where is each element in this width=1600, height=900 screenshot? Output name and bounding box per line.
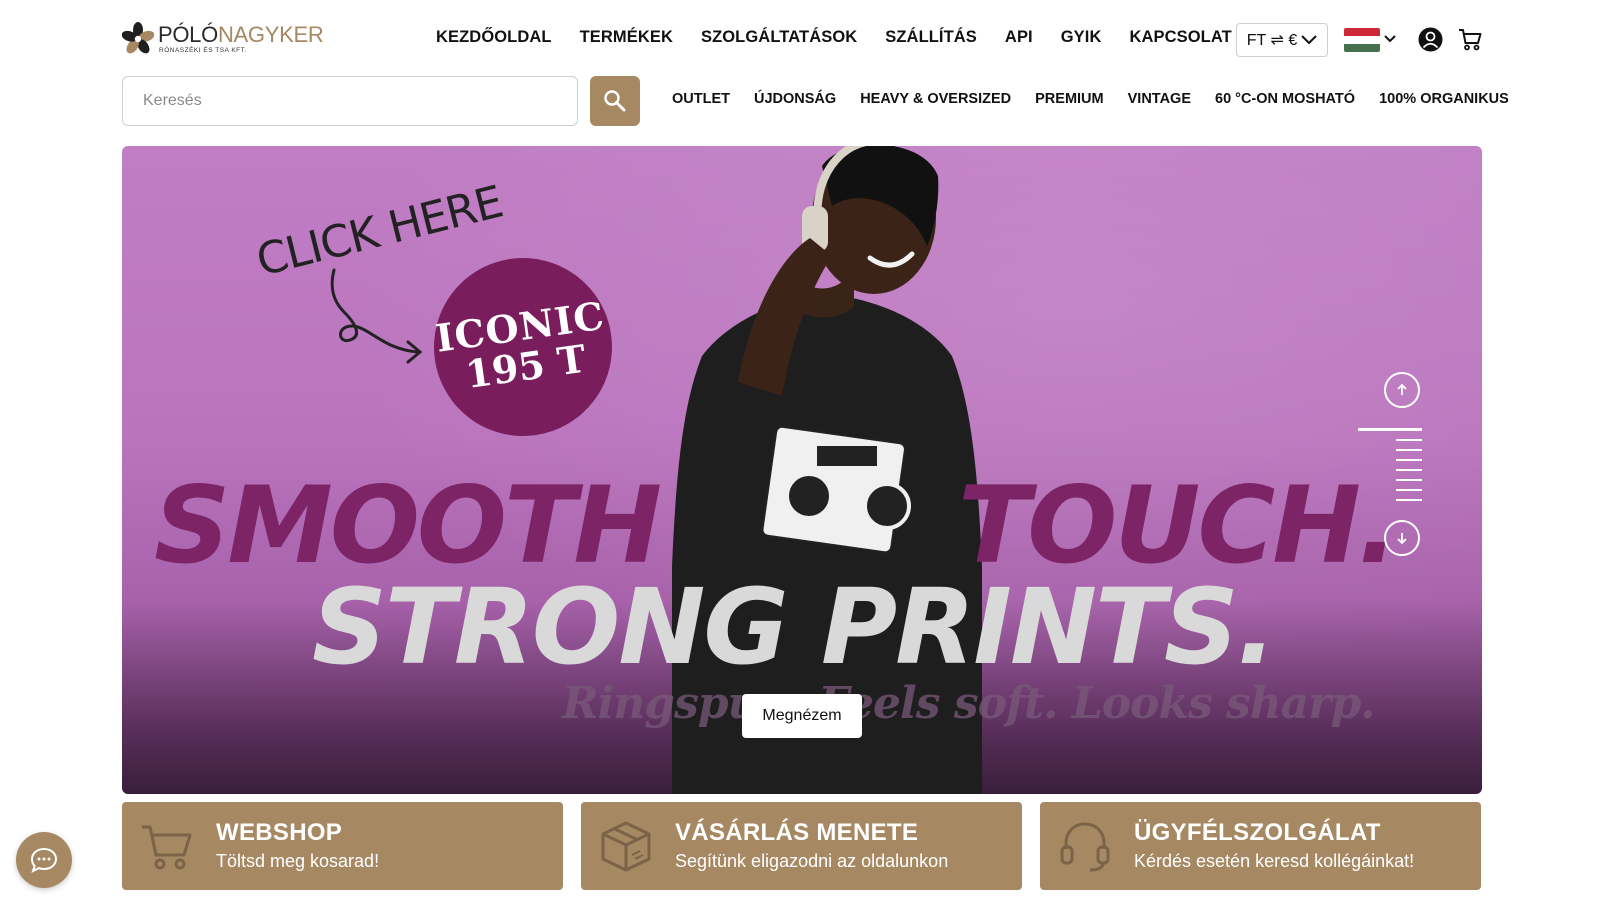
- headline-strong-prints: STRONG PRINTS.: [312, 566, 1276, 688]
- category-premium[interactable]: PREMIUM: [1035, 91, 1103, 107]
- chevron-down-icon: [1301, 35, 1317, 45]
- card-subtitle: Kérdés esetén keresd kollégáinkat!: [1134, 850, 1415, 871]
- nav-home[interactable]: KEZDŐOLDAL: [436, 28, 552, 47]
- slider-next-button[interactable]: [1384, 520, 1420, 556]
- nav-contact[interactable]: KAPCSOLAT: [1129, 28, 1231, 47]
- search-icon: [604, 90, 626, 112]
- category-heavy-oversized[interactable]: HEAVY & OVERSIZED: [860, 91, 1011, 107]
- webshop-card[interactable]: WEBSHOP Töltsd meg kosarad!: [122, 802, 563, 890]
- card-title: ÜGYFÉLSZOLGÁLAT: [1134, 819, 1381, 847]
- slide-indicator-active[interactable]: [1358, 428, 1422, 431]
- cart-icon: [142, 825, 192, 870]
- chat-icon: [30, 847, 58, 873]
- site-logo[interactable]: PÓLÓNAGYKER RÓNASZÉKI ÉS TSA KFT.: [122, 21, 324, 56]
- card-subtitle: Töltsd meg kosarad!: [216, 850, 380, 871]
- category-60c-washable[interactable]: 60 °C-ON MOSHATÓ: [1215, 91, 1355, 107]
- hungary-flag-icon[interactable]: [1344, 28, 1380, 52]
- purchase-process-card[interactable]: VÁSÁRLÁS MENETE Segítünk eligazodni az o…: [581, 802, 1022, 890]
- slider-prev-button[interactable]: [1384, 372, 1420, 408]
- nav-api[interactable]: API: [1005, 28, 1033, 47]
- nav-shipping[interactable]: SZÁLLÍTÁS: [885, 28, 977, 47]
- slide-indicator[interactable]: [1396, 459, 1422, 461]
- nav-products[interactable]: TERMÉKEK: [580, 28, 673, 47]
- feature-cards: WEBSHOP Töltsd meg kosarad! VÁSÁRLÁS MEN…: [122, 802, 1482, 890]
- arrow-down-icon: [1397, 533, 1407, 545]
- slide-indicator[interactable]: [1396, 439, 1422, 441]
- chat-button[interactable]: [16, 832, 72, 888]
- category-nav: OUTLET ÚJDONSÁG HEAVY & OVERSIZED PREMIU…: [672, 91, 1509, 107]
- main-nav: KEZDŐOLDAL TERMÉKEK SZOLGÁLTATÁSOK SZÁLL…: [436, 28, 1232, 47]
- slider-indicators: [1358, 428, 1422, 509]
- slide-indicator[interactable]: [1396, 479, 1422, 481]
- currency-label: FT ⇌ €: [1246, 32, 1298, 49]
- category-new[interactable]: ÚJDONSÁG: [754, 91, 836, 107]
- currency-switch[interactable]: FT ⇌ €: [1236, 23, 1328, 57]
- search-input[interactable]: [122, 76, 578, 126]
- site-header: PÓLÓNAGYKER RÓNASZÉKI ÉS TSA KFT. KEZDŐO…: [0, 0, 1600, 140]
- headset-icon: [1060, 822, 1110, 872]
- slide-indicator[interactable]: [1396, 469, 1422, 471]
- category-organic[interactable]: 100% ORGANIKUS: [1379, 91, 1509, 107]
- user-account-icon[interactable]: [1418, 27, 1443, 52]
- package-icon: [601, 821, 651, 872]
- customer-service-card[interactable]: ÜGYFÉLSZOLGÁLAT Kérdés esetén keresd kol…: [1040, 802, 1481, 890]
- category-vintage[interactable]: VINTAGE: [1128, 91, 1191, 107]
- arrow-up-icon: [1397, 383, 1407, 395]
- logo-name-part1: PÓLÓ: [158, 21, 218, 47]
- language-chevron-down-icon[interactable]: [1384, 35, 1396, 43]
- curly-arrow-icon: [330, 268, 423, 364]
- hero-banner[interactable]: CLICK HERE ICONIC 195 T SMOOTH TOUCH. ST…: [122, 146, 1482, 794]
- slide-indicator[interactable]: [1396, 449, 1422, 451]
- logo-name-part2: NAGYKER: [217, 21, 324, 47]
- search-button[interactable]: [590, 76, 640, 126]
- card-title: VÁSÁRLÁS MENETE: [675, 819, 919, 847]
- nav-services[interactable]: SZOLGÁLTATÁSOK: [701, 28, 857, 47]
- flower-logo-icon: [122, 22, 154, 54]
- hero-tagline: Ringspun. Feels soft. Looks sharp.: [562, 678, 1376, 729]
- card-title: WEBSHOP: [216, 819, 343, 847]
- slide-indicator[interactable]: [1396, 489, 1422, 491]
- category-outlet[interactable]: OUTLET: [672, 91, 730, 107]
- slide-indicator[interactable]: [1396, 499, 1422, 501]
- cta-button[interactable]: Megnézem: [742, 694, 862, 738]
- logo-subtitle: RÓNASZÉKI ÉS TSA KFT.: [159, 46, 247, 54]
- cart-icon[interactable]: [1458, 28, 1482, 51]
- card-subtitle: Segítünk eligazodni az oldalunkon: [675, 850, 949, 871]
- nav-faq[interactable]: GYIK: [1061, 28, 1102, 47]
